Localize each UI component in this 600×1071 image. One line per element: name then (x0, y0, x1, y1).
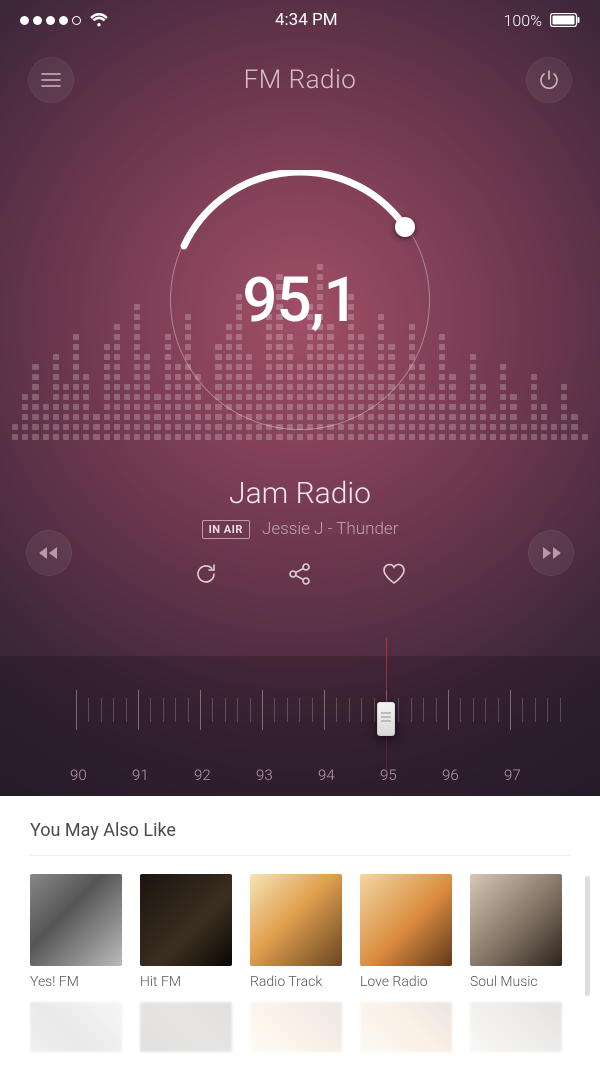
station-thumbnail (470, 874, 562, 966)
frequency-tuner[interactable]: 9091929394959697 (0, 656, 600, 796)
battery-icon (550, 13, 580, 27)
hamburger-icon (41, 73, 61, 87)
battery-percent: 100% (504, 11, 542, 30)
scrollbar[interactable] (585, 876, 590, 996)
tick-label: 94 (318, 766, 380, 784)
status-bar: 4:34 PM 100% (0, 0, 600, 40)
forward-icon (541, 546, 561, 560)
repeat-button[interactable] (191, 561, 221, 591)
frequency-dial[interactable]: 95,1 (170, 170, 430, 430)
station-card[interactable]: Yes! FM (30, 874, 122, 990)
tick-label: 92 (194, 766, 256, 784)
share-icon (287, 561, 313, 591)
in-air-badge: IN AIR (202, 520, 250, 539)
station-card-label: Radio Track (250, 974, 342, 990)
station-card[interactable]: Hit FM (140, 874, 232, 990)
station-card-label: Love Radio (360, 974, 452, 990)
share-button[interactable] (285, 561, 315, 591)
tick-label: 95 (380, 766, 442, 784)
tuner-handle[interactable] (377, 702, 395, 736)
station-thumbnail (250, 874, 342, 966)
page-title: FM Radio (244, 65, 357, 95)
next-station-button[interactable] (528, 530, 574, 576)
heart-icon (381, 562, 407, 590)
favorite-button[interactable] (379, 561, 409, 591)
tick-label: 93 (256, 766, 318, 784)
station-card-label: Soul Music (470, 974, 562, 990)
station-name: Jam Radio (0, 476, 600, 511)
power-icon (539, 70, 559, 90)
station-thumbnail (30, 874, 122, 966)
station-card-label: Hit FM (140, 974, 232, 990)
station-thumbnail (360, 874, 452, 966)
tick-label: 97 (504, 766, 566, 784)
tick-label: 91 (132, 766, 194, 784)
prev-station-button[interactable] (26, 530, 72, 576)
tick-label: 96 (442, 766, 504, 784)
status-time: 4:34 PM (275, 10, 338, 30)
rewind-icon (39, 546, 59, 560)
repeat-icon (193, 561, 219, 591)
menu-button[interactable] (28, 57, 74, 103)
now-playing-track: Jessie J - Thunder (262, 519, 398, 539)
wifi-icon (89, 13, 109, 28)
power-button[interactable] (526, 57, 572, 103)
tick-label: 90 (70, 766, 132, 784)
ymal-heading: You May Also Like (30, 820, 570, 856)
station-card-label: Yes! FM (30, 974, 122, 990)
station-card[interactable]: Love Radio (360, 874, 452, 990)
signal-dots-icon (20, 16, 81, 25)
frequency-value: 95,1 (170, 170, 430, 430)
station-card[interactable]: Soul Music (470, 874, 562, 990)
station-thumbnail (140, 874, 232, 966)
station-card[interactable]: Radio Track (250, 874, 342, 990)
